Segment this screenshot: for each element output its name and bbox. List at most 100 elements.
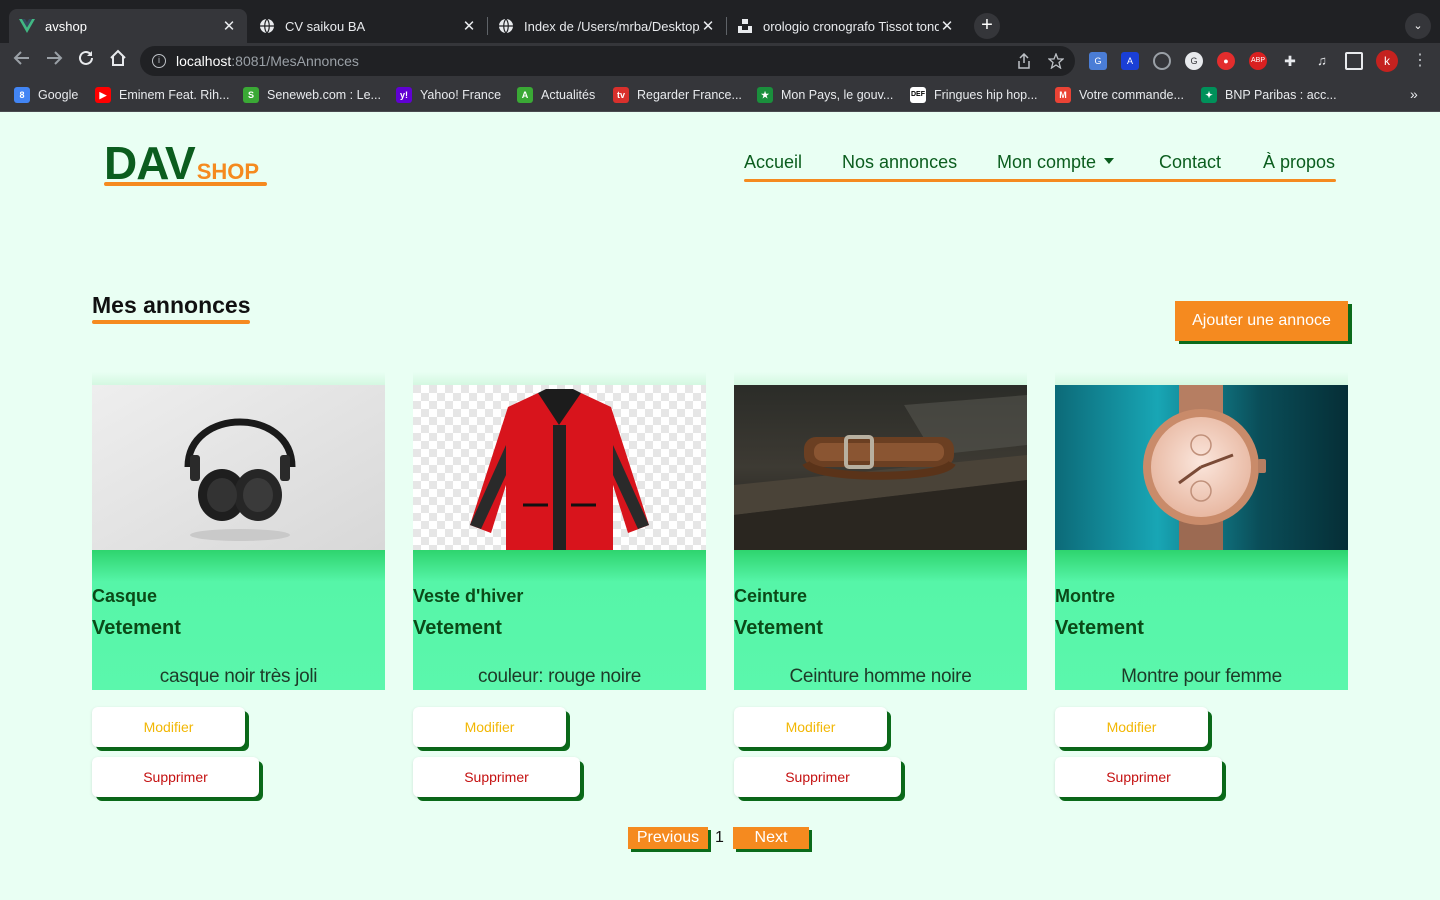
tab-cv[interactable]: CV saikou BA ✕ xyxy=(249,9,487,43)
globe-icon xyxy=(498,18,514,34)
listing-category: Vetement xyxy=(734,617,823,639)
close-tab-icon[interactable]: ✕ xyxy=(700,17,716,35)
circle-extension-icon[interactable] xyxy=(1153,52,1171,70)
listing-category: Vetement xyxy=(413,617,502,639)
address-bar[interactable]: i localhost :8081/MesAnnonces xyxy=(140,46,1075,76)
listing-name: Casque xyxy=(92,586,158,606)
listing-name: Veste d'hiver xyxy=(413,586,524,606)
tab-index[interactable]: Index de /Users/mrba/Desktop/ ✕ xyxy=(488,9,726,43)
def-icon: DEF xyxy=(910,87,926,103)
bookmark-star-icon[interactable] xyxy=(1047,52,1065,73)
nav-mon-compte[interactable]: Mon compte xyxy=(997,152,1115,173)
bookmark-actualites[interactable]: A Actualités xyxy=(517,86,595,104)
tab-avshop[interactable]: avshop ✕ xyxy=(9,9,247,43)
tab-strip: avshop ✕ CV saikou BA ✕ Index de /Users/… xyxy=(0,0,1440,43)
delete-button[interactable]: Supprimer xyxy=(1055,757,1222,797)
bookmark-gmail[interactable]: M Votre commande... xyxy=(1055,86,1184,104)
adblock-extension-icon[interactable]: ABP xyxy=(1249,52,1267,70)
title-underline xyxy=(92,320,250,324)
address-host: localhost xyxy=(176,53,232,69)
listing-body: Casque Vetement casque noir très joli xyxy=(92,550,385,690)
back-icon[interactable] xyxy=(10,49,34,73)
home-icon[interactable] xyxy=(106,49,130,73)
listing-description: Montre pour femme xyxy=(1121,666,1282,687)
translate-extension-icon[interactable]: G xyxy=(1089,52,1107,70)
listing-description: Ceinture homme noire xyxy=(789,666,972,687)
site-info-icon[interactable]: i xyxy=(152,54,166,68)
profile-avatar[interactable]: k xyxy=(1376,50,1398,72)
bookmark-bnp[interactable]: ✦ BNP Paribas : acc... xyxy=(1201,86,1337,104)
browser-chrome: avshop ✕ CV saikou BA ✕ Index de /Users/… xyxy=(0,0,1440,112)
bookmark-seneweb[interactable]: S Seneweb.com : Le... xyxy=(243,86,381,104)
grammar-extension-icon[interactable]: G xyxy=(1185,52,1203,70)
bookmarks-bar: 8 Google ▶ Eminem Feat. Rih... S Seneweb… xyxy=(0,79,1440,112)
browser-menu-icon[interactable]: ⋮ xyxy=(1412,50,1428,70)
bnp-icon: ✦ xyxy=(1201,87,1217,103)
tab-title: orologio cronografo Tissot tond xyxy=(763,18,939,34)
add-listing-button[interactable]: Ajouter une annoce xyxy=(1175,301,1348,341)
delete-button[interactable]: Supprimer xyxy=(734,757,901,797)
nav-a-propos[interactable]: À propos xyxy=(1263,152,1335,173)
side-panel-icon[interactable] xyxy=(1345,52,1363,70)
card-top-shade xyxy=(413,372,706,385)
listing-image-leather-belt xyxy=(734,385,1027,550)
delete-button[interactable]: Supprimer xyxy=(413,757,580,797)
bookmark-label: Actualités xyxy=(541,88,596,102)
current-page-number: 1 xyxy=(715,829,724,846)
delete-button[interactable]: Supprimer xyxy=(92,757,259,797)
previous-page-button[interactable]: Previous xyxy=(628,827,708,849)
flag-icon: ★ xyxy=(757,87,773,103)
nav-nos-annonces[interactable]: Nos annonces xyxy=(842,152,957,173)
media-control-icon[interactable]: ♫ xyxy=(1313,52,1331,70)
extensions-puzzle-icon[interactable]: ✚ xyxy=(1281,52,1299,70)
main-nav: Accueil Nos annonces Mon compte Contact … xyxy=(744,152,1336,184)
tab-title: Index de /Users/mrba/Desktop/ xyxy=(524,18,700,34)
bookmark-google[interactable]: 8 Google xyxy=(14,86,78,104)
bookmark-mon-pays[interactable]: ★ Mon Pays, le gouv... xyxy=(757,86,893,104)
listing-category: Vetement xyxy=(1055,617,1144,639)
bookmark-label: BNP Paribas : acc... xyxy=(1225,88,1337,102)
bookmarks-overflow-icon[interactable]: » xyxy=(1410,86,1418,102)
bookmark-france-tv[interactable]: tv Regarder France... xyxy=(613,86,742,104)
reload-icon[interactable] xyxy=(74,49,98,73)
gmail-icon: M xyxy=(1055,87,1071,103)
listing-category: Vetement xyxy=(92,617,181,639)
tab-search-button[interactable]: ⌄ xyxy=(1405,13,1431,39)
news-icon: A xyxy=(517,87,533,103)
edit-button[interactable]: Modifier xyxy=(413,707,566,747)
next-page-button[interactable]: Next xyxy=(733,827,809,849)
listing-name: Ceinture xyxy=(734,586,808,606)
close-tab-icon[interactable]: ✕ xyxy=(939,17,955,35)
listing-image-watch xyxy=(1055,385,1348,550)
listing-body: Montre Vetement Montre pour femme xyxy=(1055,550,1348,690)
edit-button[interactable]: Modifier xyxy=(1055,707,1208,747)
tab-tissot[interactable]: orologio cronografo Tissot tond ✕ xyxy=(727,9,965,43)
nav-contact[interactable]: Contact xyxy=(1159,152,1221,173)
close-tab-icon[interactable]: ✕ xyxy=(461,17,477,35)
site-logo[interactable]: DAVSHOP xyxy=(104,136,267,189)
caret-down-icon xyxy=(1104,158,1115,165)
listing-image-headphones xyxy=(92,385,385,550)
ublock-extension-icon[interactable]: ● xyxy=(1217,52,1235,70)
youtube-icon: ▶ xyxy=(95,87,111,103)
bookmark-label: Regarder France... xyxy=(637,88,742,102)
edit-button[interactable]: Modifier xyxy=(92,707,245,747)
bookmark-fringues[interactable]: DEF Fringues hip hop... xyxy=(910,86,1038,104)
card-top-shade xyxy=(1055,372,1348,385)
edit-button[interactable]: Modifier xyxy=(734,707,887,747)
new-tab-button[interactable]: + xyxy=(974,13,1000,39)
dictionary-extension-icon[interactable]: A xyxy=(1121,52,1139,70)
vue-icon xyxy=(19,18,35,34)
share-icon[interactable] xyxy=(1017,52,1031,73)
tab-title: avshop xyxy=(45,18,87,34)
nav-underline xyxy=(744,179,1336,182)
close-tab-icon[interactable]: ✕ xyxy=(221,17,237,35)
google-icon: 8 xyxy=(14,87,30,103)
bookmark-label: Google xyxy=(38,88,79,102)
nav-accueil[interactable]: Accueil xyxy=(744,152,802,173)
bookmark-yahoo[interactable]: y! Yahoo! France xyxy=(396,86,501,104)
bookmark-label: Fringues hip hop... xyxy=(934,88,1038,102)
forward-icon[interactable] xyxy=(42,49,66,73)
logo-underline xyxy=(104,182,267,186)
bookmark-eminem[interactable]: ▶ Eminem Feat. Rih... xyxy=(95,86,229,104)
